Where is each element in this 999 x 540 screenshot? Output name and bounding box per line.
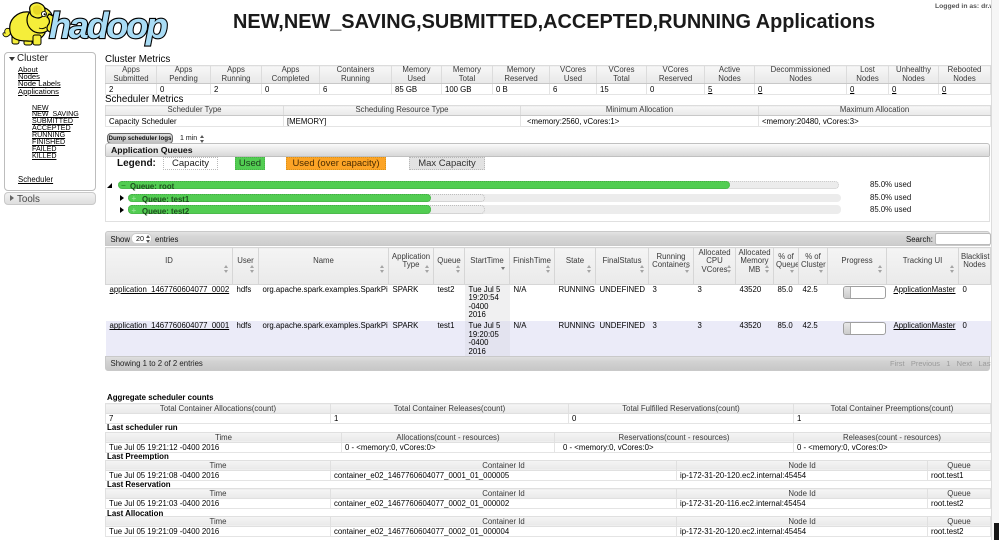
svg-text:hadoop: hadoop <box>49 5 167 46</box>
